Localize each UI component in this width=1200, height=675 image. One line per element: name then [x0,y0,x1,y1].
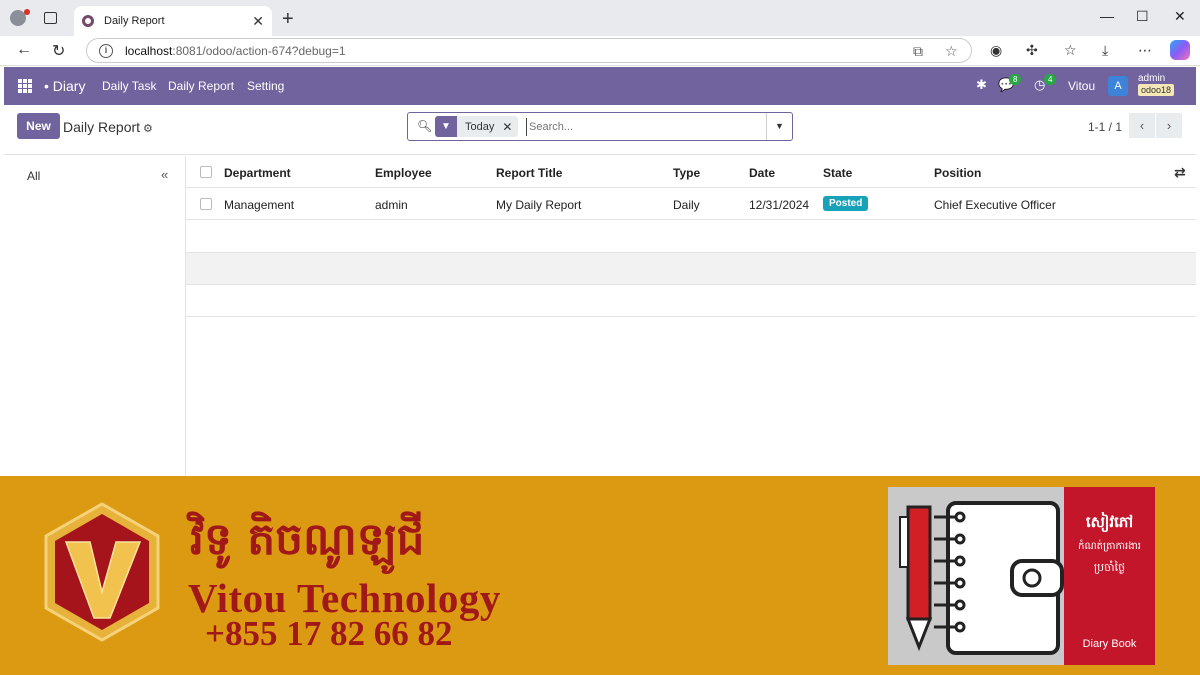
favorites-icon[interactable]: ☆ [1064,42,1077,59]
browser-tab-title: Daily Report [104,15,165,27]
control-panel: New Daily Report⚙ 🔍︎ ▼ Today ✕ ▼ 1-1 / 1… [4,105,1196,155]
table-header: Department Employee Report Title Type Da… [186,156,1196,188]
cell-report-title: My Daily Report [496,198,582,212]
book-khmer-title: សៀវភៅ [1085,513,1134,531]
refresh-icon[interactable]: ↻ [52,41,65,61]
menu-daily-task[interactable]: Daily Task [102,79,156,93]
database-badge: odoo18 [1138,84,1175,96]
close-tab-icon[interactable]: ✕ [252,13,264,30]
search-panel: All « [4,156,186,476]
page-title: Daily Report [63,119,141,135]
book-cover-left [888,487,1064,665]
odoo-navbar: • Diary Daily Task Daily Report Setting … [4,67,1196,105]
column-header-date[interactable]: Date [749,166,775,180]
extensions-puzzle-icon[interactable]: ✣ [1026,42,1038,59]
browser-tab[interactable]: Daily Report ✕ [74,6,272,36]
cell-department: Management [224,198,295,212]
empty-row [186,253,1196,285]
list-view: Department Employee Report Title Type Da… [186,156,1196,476]
extension-icon[interactable]: ◉ [990,42,1002,59]
book-cover-right: សៀវភៅ កំណត់ត្រាការងារ ប្រចាំថ្ងៃ Diary B… [1064,487,1155,665]
phone-number: +855 17 82 66 82 [205,614,453,653]
tab-actions-icon[interactable] [44,12,57,24]
new-tab-icon[interactable]: + [282,8,294,31]
breadcrumb: Daily Report ⚙ [63,119,153,135]
pager-next-button[interactable]: › [1156,113,1182,138]
optional-columns-icon[interactable]: ⇄ [1174,164,1186,181]
select-all-checkbox[interactable] [200,166,212,178]
book-khmer-daily: ប្រចាំថ្ងៃ [1093,561,1126,574]
cell-position: Chief Executive Officer [934,198,1056,212]
empty-row [186,285,1196,317]
menu-setting[interactable]: Setting [247,79,284,93]
row-checkbox[interactable] [200,198,212,210]
url-host: localhost [125,43,173,58]
khmer-company-title: វិទូ តិចណូឡូជី [190,514,425,565]
filter-icon: ▼ [435,116,457,137]
search-bar: 🔍︎ ▼ Today ✕ ▼ [407,112,793,141]
back-icon[interactable]: ← [16,41,32,59]
pager-value[interactable]: 1-1 / 1 [1088,120,1122,134]
url-field[interactable]: i localhost:8081/odoo/action-674?debug=1… [86,38,972,63]
user-name[interactable]: admin [1138,73,1165,84]
minimize-icon[interactable]: — [1100,8,1114,24]
status-badge: Posted [823,196,869,211]
vitou-logo-icon [44,502,160,642]
book-english-title: Diary Book [1082,638,1137,650]
messages-count-badge: 8 [1009,74,1022,85]
column-header-type[interactable]: Type [673,166,700,180]
collapse-panel-icon[interactable]: « [161,167,168,182]
new-button[interactable]: New [17,113,60,139]
menu-daily-report[interactable]: Daily Report [168,79,234,93]
column-header-state[interactable]: State [823,166,852,180]
cell-employee: admin [375,198,408,212]
cell-type: Daily [673,198,700,212]
notebook-pen-icon [899,501,1064,655]
odoo-favicon-icon [82,15,94,27]
search-input[interactable] [526,118,756,136]
favorite-star-icon[interactable]: ☆ [945,43,958,60]
diary-book-cover: សៀវភៅ កំណត់ត្រាការងារ ប្រចាំថ្ងៃ Diary B… [888,487,1155,665]
close-window-icon[interactable]: ✕ [1174,8,1186,25]
table-row[interactable]: Management admin My Daily Report Daily 1… [186,188,1196,220]
browser-tab-bar: Daily Report ✕ + — ☐ ✕ [0,0,1200,36]
maximize-icon[interactable]: ☐ [1136,8,1149,25]
user-avatar[interactable]: A [1108,76,1128,96]
site-info-icon[interactable]: i [99,43,113,58]
url-path: :8081/odoo/action-674?debug=1 [172,43,346,58]
apps-menu-icon[interactable] [18,79,32,93]
app-available-icon[interactable]: ⧉ [913,43,923,60]
remove-facet-icon[interactable]: ✕ [502,120,518,134]
column-header-employee[interactable]: Employee [375,166,432,180]
facet-label: Today [465,120,495,133]
empty-row [186,221,1196,253]
more-options-icon[interactable]: ⋯ [1138,42,1152,59]
profile-notification-dot [24,9,30,15]
filter-facet: ▼ Today ✕ [435,116,519,137]
book-khmer-subtitle: កំណត់ត្រាការងារ [1078,541,1141,552]
column-header-position[interactable]: Position [934,166,981,180]
app-brand[interactable]: • Diary [44,78,85,94]
search-panel-all[interactable]: All [27,169,40,183]
search-options-toggle-icon[interactable]: ▼ [766,113,792,140]
pager-previous-button[interactable]: ‹ [1129,113,1155,138]
debug-bug-icon[interactable]: ✱ [976,77,987,93]
cell-date: 12/31/2024 [749,198,810,212]
copilot-icon[interactable] [1170,40,1190,60]
browser-address-bar: ← ↻ i localhost:8081/odoo/action-674?deb… [0,36,1200,66]
company-switcher[interactable]: Vitou [1068,79,1095,93]
column-header-report-title[interactable]: Report Title [496,166,562,180]
search-icon: 🔍︎ [417,119,433,133]
downloads-icon[interactable]: ⤓ [1102,42,1108,59]
column-header-department[interactable]: Department [224,166,291,180]
gear-icon[interactable]: ⚙ [143,123,153,135]
activities-count-badge: 4 [1044,74,1057,85]
